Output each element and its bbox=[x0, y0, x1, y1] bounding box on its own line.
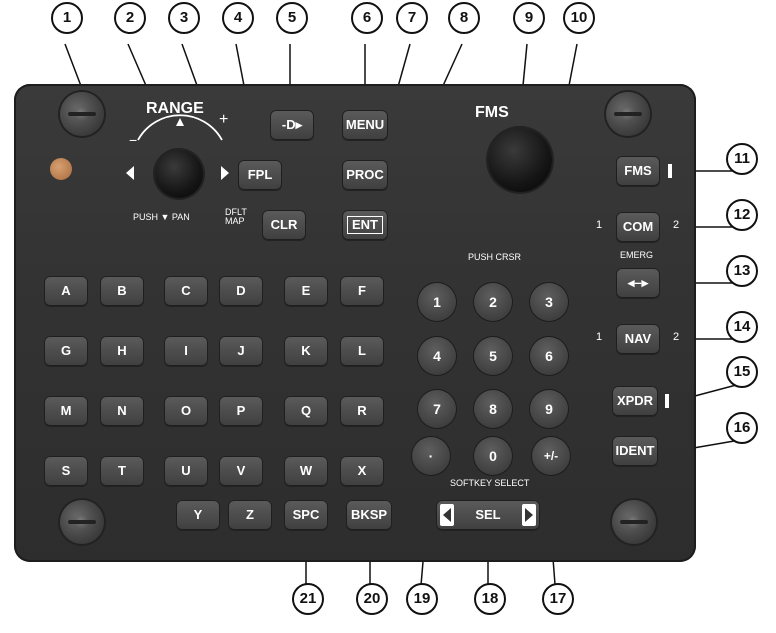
letter-key-n[interactable]: N bbox=[100, 396, 144, 426]
direct-to-key[interactable]: -D▸ bbox=[270, 110, 314, 140]
callout-16: 16 bbox=[726, 412, 758, 444]
callout-15: 15 bbox=[726, 356, 758, 388]
push-pan-label: PUSH ▼ PAN bbox=[133, 212, 190, 222]
callout-9: 9 bbox=[513, 2, 545, 34]
letter-key-s[interactable]: S bbox=[44, 456, 88, 486]
letter-key-u[interactable]: U bbox=[164, 456, 208, 486]
spc-key[interactable]: SPC bbox=[284, 500, 328, 530]
xpdr-indicator bbox=[665, 394, 669, 408]
fms-knob[interactable] bbox=[488, 128, 552, 192]
callout-3: 3 bbox=[168, 2, 200, 34]
callout-10: 10 bbox=[563, 2, 595, 34]
clr-key[interactable]: CLR bbox=[262, 210, 306, 240]
ident-key[interactable]: IDENT bbox=[612, 436, 658, 466]
nav-key[interactable]: NAV bbox=[616, 324, 660, 354]
letter-key-v[interactable]: V bbox=[219, 456, 263, 486]
softkey-select-label: SOFTKEY SELECT bbox=[450, 478, 530, 488]
callout-7: 7 bbox=[396, 2, 428, 34]
letter-key-b[interactable]: B bbox=[100, 276, 144, 306]
bksp-key[interactable]: BKSP bbox=[346, 500, 392, 530]
callout-1: 1 bbox=[51, 2, 83, 34]
letter-key-c[interactable]: C bbox=[164, 276, 208, 306]
numeric-key-1[interactable]: 1 bbox=[418, 283, 456, 321]
com-key[interactable]: COM bbox=[616, 212, 660, 242]
letter-key-w[interactable]: W bbox=[284, 456, 328, 486]
letter-key-m[interactable]: M bbox=[44, 396, 88, 426]
numeric-key-4[interactable]: 4 bbox=[418, 337, 456, 375]
letter-key-l[interactable]: L bbox=[340, 336, 384, 366]
numeric-key-6[interactable]: 6 bbox=[530, 337, 568, 375]
letter-key-j[interactable]: J bbox=[219, 336, 263, 366]
callout-18: 18 bbox=[474, 583, 506, 615]
push-crsr-label: PUSH CRSR bbox=[468, 252, 522, 262]
callout-11: 11 bbox=[726, 143, 758, 175]
nav-2-label: 2 bbox=[673, 331, 680, 343]
callout-6: 6 bbox=[351, 2, 383, 34]
ent-key[interactable]: ENT bbox=[342, 210, 388, 240]
letter-key-k[interactable]: K bbox=[284, 336, 328, 366]
pan-left-arrow-icon bbox=[126, 166, 134, 180]
range-pan-joystick[interactable] bbox=[155, 150, 203, 198]
callout-12: 12 bbox=[726, 199, 758, 231]
letter-key-a[interactable]: A bbox=[44, 276, 88, 306]
gcu-keypad-diagram: RANGE − + PUSH ▼ PAN -D▸ MENU FPL PROC D… bbox=[0, 0, 776, 633]
nav-1-label: 1 bbox=[596, 331, 603, 343]
numeric-key-8[interactable]: 8 bbox=[474, 390, 512, 428]
numeric-key-5[interactable]: 5 bbox=[474, 337, 512, 375]
callout-21: 21 bbox=[292, 583, 324, 615]
com-2-label: 2 bbox=[673, 219, 680, 231]
letter-key-f[interactable]: F bbox=[340, 276, 384, 306]
menu-key[interactable]: MENU bbox=[342, 110, 388, 140]
letter-key-y[interactable]: Y bbox=[176, 500, 220, 530]
letter-key-z[interactable]: Z bbox=[228, 500, 272, 530]
ent-key-label: ENT bbox=[347, 216, 383, 234]
callout-4: 4 bbox=[222, 2, 254, 34]
fms-knob-label: FMS bbox=[475, 104, 509, 121]
xpdr-key[interactable]: XPDR bbox=[612, 386, 658, 416]
softkey-select-rocker[interactable]: SEL bbox=[436, 500, 540, 530]
callout-14: 14 bbox=[726, 311, 758, 343]
callout-19: 19 bbox=[406, 583, 438, 615]
letter-key-i[interactable]: I bbox=[164, 336, 208, 366]
letter-key-e[interactable]: E bbox=[284, 276, 328, 306]
fms-indicator bbox=[668, 164, 672, 178]
numeric-key-0[interactable]: 0 bbox=[474, 437, 512, 475]
callout-13: 13 bbox=[726, 255, 758, 287]
plus-minus-key[interactable]: +/- bbox=[532, 437, 570, 475]
callout-5: 5 bbox=[276, 2, 308, 34]
pan-right-arrow-icon bbox=[221, 166, 229, 180]
callout-8: 8 bbox=[448, 2, 480, 34]
letter-key-p[interactable]: P bbox=[219, 396, 263, 426]
fms-key[interactable]: FMS bbox=[616, 156, 660, 186]
letter-key-d[interactable]: D bbox=[219, 276, 263, 306]
letter-key-q[interactable]: Q bbox=[284, 396, 328, 426]
letter-key-o[interactable]: O bbox=[164, 396, 208, 426]
emerg-label: EMERG bbox=[620, 250, 654, 260]
fpl-key[interactable]: FPL bbox=[238, 160, 282, 190]
letter-key-x[interactable]: X bbox=[340, 456, 384, 486]
range-up-arrow-icon bbox=[176, 118, 184, 126]
decimal-key[interactable]: · bbox=[412, 437, 450, 475]
callout-2: 2 bbox=[114, 2, 146, 34]
callout-20: 20 bbox=[356, 583, 388, 615]
range-arrows bbox=[126, 114, 229, 180]
frequency-swap-key[interactable]: ◂–▸ bbox=[616, 268, 660, 298]
numeric-key-9[interactable]: 9 bbox=[530, 390, 568, 428]
callout-17: 17 bbox=[542, 583, 574, 615]
letter-key-g[interactable]: G bbox=[44, 336, 88, 366]
proc-key[interactable]: PROC bbox=[342, 160, 388, 190]
numeric-key-3[interactable]: 3 bbox=[530, 283, 568, 321]
sel-key-label: SEL bbox=[475, 507, 501, 522]
numeric-key-7[interactable]: 7 bbox=[418, 390, 456, 428]
dflt-map-label: DFLT MAP bbox=[225, 207, 247, 226]
letter-key-t[interactable]: T bbox=[100, 456, 144, 486]
letter-key-h[interactable]: H bbox=[100, 336, 144, 366]
numeric-key-2[interactable]: 2 bbox=[474, 283, 512, 321]
letter-key-r[interactable]: R bbox=[340, 396, 384, 426]
com-1-label: 1 bbox=[596, 219, 603, 231]
